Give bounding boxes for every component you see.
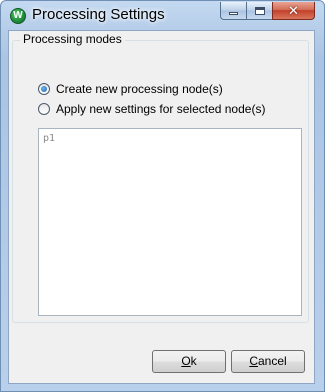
cancel-button[interactable]: Cancel: [231, 350, 305, 373]
textarea-content: p1: [43, 133, 56, 144]
radio-label-apply: Apply new settings for selected node(s): [56, 102, 266, 116]
radio-apply-settings[interactable]: Apply new settings for selected node(s): [38, 102, 265, 116]
maximize-icon: [255, 7, 265, 15]
maximize-button[interactable]: [246, 2, 272, 20]
ok-label-rest: k: [190, 354, 197, 368]
radio-label-create: Create new processing node(s): [56, 82, 223, 96]
group-legend: Processing modes: [20, 32, 125, 46]
cancel-mnemonic: C: [249, 354, 258, 368]
radio-checked-icon[interactable]: [38, 83, 50, 95]
node-list-textarea[interactable]: p1: [38, 128, 302, 316]
close-button[interactable]: ✕: [272, 2, 315, 20]
window-title: Processing Settings: [32, 6, 165, 23]
ok-mnemonic: O: [181, 354, 191, 368]
minimize-icon: [229, 12, 238, 15]
title-bar[interactable]: W Processing Settings ✕: [1, 1, 324, 31]
radio-unchecked-icon[interactable]: [38, 103, 50, 115]
radio-create-new-node[interactable]: Create new processing node(s): [38, 82, 223, 96]
ok-button[interactable]: Ok: [152, 350, 226, 373]
window-controls: ✕: [220, 2, 315, 22]
close-icon: ✕: [288, 3, 299, 18]
minimize-button[interactable]: [220, 2, 246, 20]
app-icon: W: [10, 8, 26, 24]
cancel-label-rest: ancel: [257, 354, 287, 368]
